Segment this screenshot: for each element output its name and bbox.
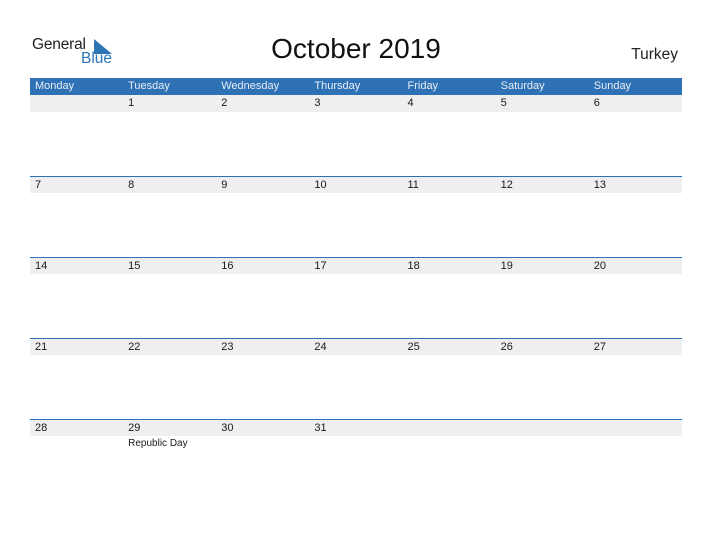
weekday-header-row: Monday Tuesday Wednesday Thursday Friday… — [30, 78, 682, 95]
holiday-label: Republic Day — [128, 438, 188, 449]
holiday-label — [309, 355, 402, 357]
holiday-label — [403, 274, 496, 276]
holiday-label — [123, 274, 216, 276]
day-number: 24 — [314, 341, 327, 353]
week-row: 7 8 9 10 11 12 13 — [30, 176, 682, 195]
holiday-label — [589, 355, 682, 357]
day-number: 10 — [314, 179, 327, 191]
day-number: 16 — [221, 260, 234, 272]
events-row — [30, 274, 682, 276]
holiday-label — [403, 193, 496, 195]
day-number: 31 — [314, 422, 327, 434]
day-number: 8 — [128, 179, 135, 191]
weekday-header: Thursday — [314, 80, 361, 92]
holiday-label — [216, 436, 309, 449]
holiday-label — [216, 355, 309, 357]
holiday-label — [589, 274, 682, 276]
country-label: Turkey — [631, 46, 678, 63]
weekday-header: Tuesday — [128, 80, 170, 92]
holiday-label — [496, 112, 589, 114]
events-row — [30, 193, 682, 195]
day-number: 21 — [35, 341, 48, 353]
day-number — [496, 420, 589, 436]
holiday-label — [589, 112, 682, 114]
week-row: 21 22 23 24 25 26 27 — [30, 338, 682, 357]
events-row — [30, 355, 682, 357]
holiday-label — [123, 193, 216, 195]
day-number: 17 — [314, 260, 327, 272]
day-number: 20 — [593, 260, 606, 272]
day-number: 29 — [128, 422, 141, 434]
holiday-label — [309, 274, 402, 276]
day-number: 1 — [128, 97, 135, 109]
day-number: 14 — [35, 260, 48, 272]
date-strip: 28 29 30 31 — [30, 419, 682, 436]
day-number: 22 — [128, 341, 141, 353]
weekday-header: Saturday — [500, 80, 545, 92]
holiday-label — [216, 193, 309, 195]
holiday-label — [496, 193, 589, 195]
day-number: 27 — [593, 341, 606, 353]
week-row: 1 2 3 4 5 6 — [30, 95, 682, 114]
holiday-label — [403, 436, 496, 449]
day-number: 26 — [500, 341, 513, 353]
day-number: 7 — [35, 179, 42, 191]
holiday-label — [496, 274, 589, 276]
day-number — [30, 95, 123, 112]
holiday-label — [216, 112, 309, 114]
day-number: 2 — [221, 97, 228, 109]
holiday-label — [589, 193, 682, 195]
holiday-label — [309, 112, 402, 114]
date-strip: 21 22 23 24 25 26 27 — [30, 338, 682, 355]
holiday-label — [30, 193, 123, 195]
date-strip: 7 8 9 10 11 12 13 — [30, 176, 682, 193]
day-number: 9 — [221, 179, 228, 191]
holiday-label — [216, 274, 309, 276]
day-number: 13 — [593, 179, 606, 191]
day-number: 12 — [500, 179, 513, 191]
holiday-label — [496, 355, 589, 357]
holiday-label — [30, 355, 123, 357]
day-number — [589, 420, 682, 436]
events-row: Republic Day — [30, 436, 682, 449]
day-number: 5 — [500, 97, 507, 109]
day-number: 25 — [407, 341, 420, 353]
holiday-label — [589, 436, 682, 449]
weekday-header: Wednesday — [221, 80, 280, 92]
holiday-label — [403, 355, 496, 357]
day-number: 18 — [407, 260, 420, 272]
calendar-title: October 2019 — [271, 33, 441, 64]
holiday-label — [403, 112, 496, 114]
calendar-grid: Monday Tuesday Wednesday Thursday Friday… — [30, 78, 682, 449]
holiday-label — [123, 355, 216, 357]
holiday-label — [309, 436, 402, 449]
day-number: 11 — [407, 179, 419, 191]
day-number — [403, 420, 496, 436]
day-number: 23 — [221, 341, 234, 353]
holiday-label — [496, 436, 589, 449]
day-number: 15 — [128, 260, 141, 272]
day-number: 6 — [593, 97, 600, 109]
weekday-header: Friday — [407, 80, 439, 92]
day-number: 28 — [35, 422, 48, 434]
date-strip: 1 2 3 4 5 6 — [30, 95, 682, 112]
holiday-label — [30, 112, 123, 114]
day-number: 19 — [500, 260, 513, 272]
week-row: 14 15 16 17 18 19 20 — [30, 257, 682, 276]
day-number: 4 — [407, 97, 414, 109]
holiday-label — [123, 112, 216, 114]
holiday-label — [30, 436, 123, 449]
holiday-label — [30, 274, 123, 276]
weekday-header: Monday — [35, 80, 75, 92]
holiday-label — [309, 193, 402, 195]
weekday-header: Sunday — [593, 80, 632, 92]
week-row: 28 29 30 31 Republic Day — [30, 419, 682, 449]
events-row — [30, 112, 682, 114]
date-strip: 14 15 16 17 18 19 20 — [30, 257, 682, 274]
day-number: 30 — [221, 422, 234, 434]
day-number: 3 — [314, 97, 321, 109]
